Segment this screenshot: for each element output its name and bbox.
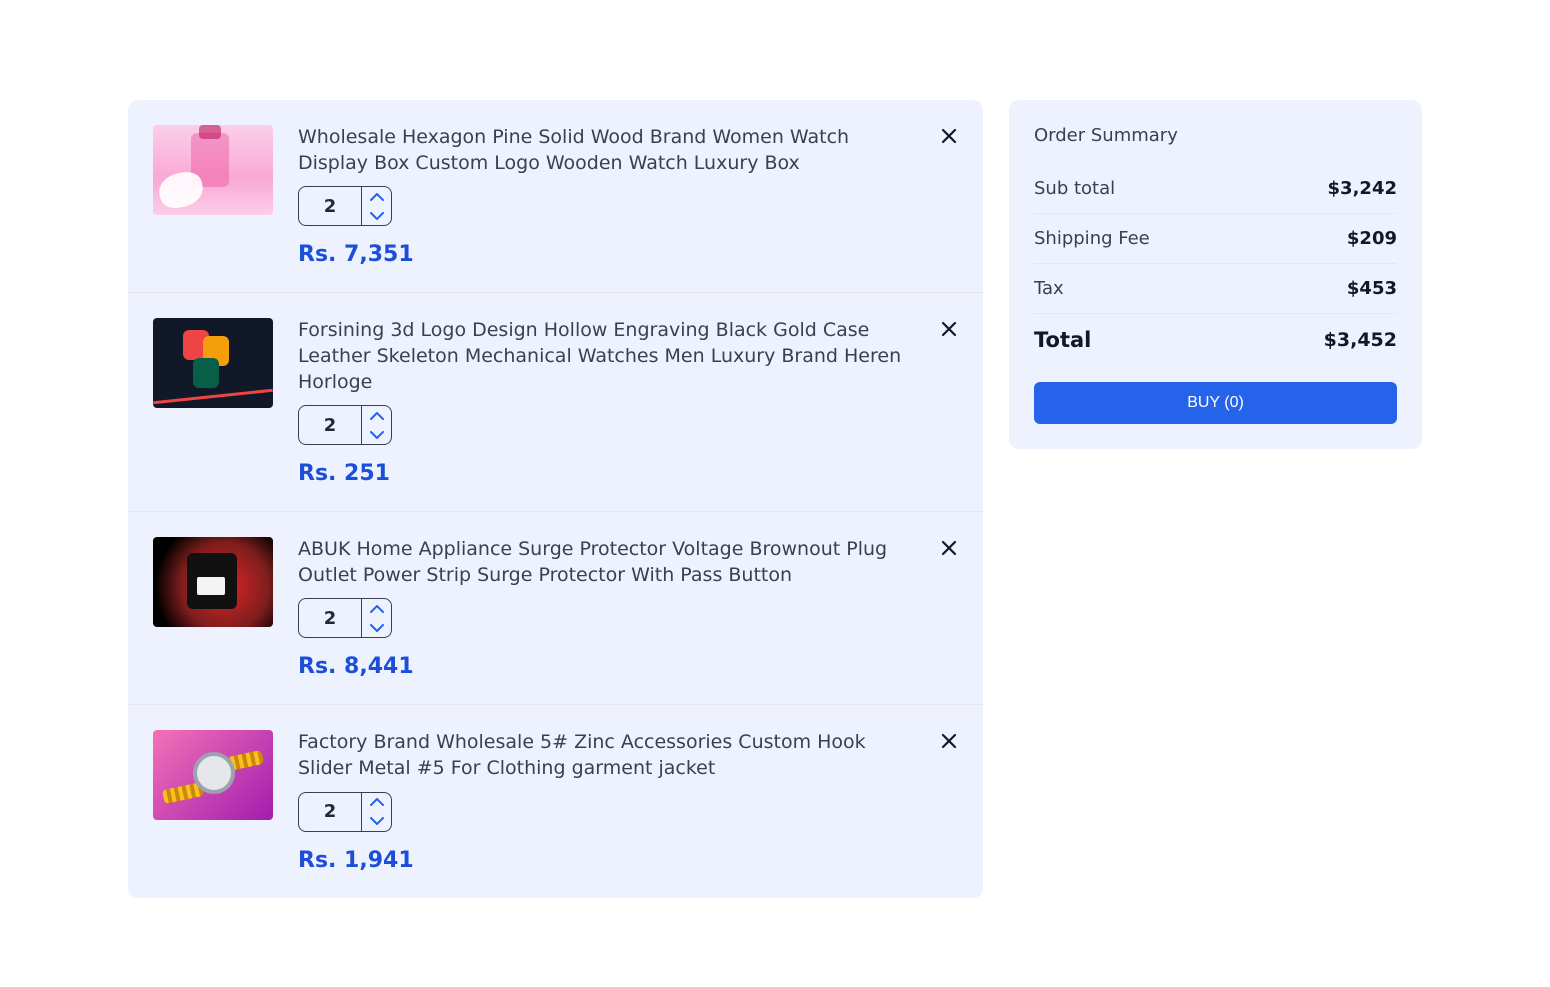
quantity-value: 2 [299, 599, 361, 637]
close-icon [940, 320, 958, 338]
product-price: Rs. 8,441 [298, 654, 915, 679]
summary-label: Shipping Fee [1034, 228, 1150, 249]
chevron-down-icon [370, 212, 384, 220]
quantity-up-button[interactable] [362, 793, 391, 812]
order-summary-title: Order Summary [1034, 125, 1397, 146]
buy-button[interactable]: BUY (0) [1034, 382, 1397, 424]
summary-value: $209 [1347, 228, 1397, 249]
summary-row-shipping: Shipping Fee $209 [1034, 214, 1397, 264]
product-name: Wholesale Hexagon Pine Solid Wood Brand … [298, 125, 915, 176]
quantity-stepper: 2 [298, 405, 392, 445]
product-thumbnail [153, 537, 273, 627]
quantity-stepper: 2 [298, 598, 392, 638]
chevron-down-icon [370, 624, 384, 632]
summary-label: Total [1034, 328, 1091, 352]
cart-item: Factory Brand Wholesale 5# Zinc Accessor… [128, 705, 983, 897]
close-icon [940, 732, 958, 750]
product-name: Forsining 3d Logo Design Hollow Engravin… [298, 318, 915, 395]
quantity-value: 2 [299, 406, 361, 444]
chevron-down-icon [370, 431, 384, 439]
close-icon [940, 127, 958, 145]
summary-row-subtotal: Sub total $3,242 [1034, 164, 1397, 214]
cart-item: ABUK Home Appliance Surge Protector Volt… [128, 512, 983, 705]
chevron-up-icon [370, 193, 384, 201]
quantity-value: 2 [299, 187, 361, 225]
remove-item-button[interactable] [940, 732, 958, 753]
cart-item: Forsining 3d Logo Design Hollow Engravin… [128, 293, 983, 512]
remove-item-button[interactable] [940, 127, 958, 148]
product-thumbnail [153, 318, 273, 408]
summary-value: $453 [1347, 278, 1397, 299]
quantity-up-button[interactable] [362, 187, 391, 206]
product-thumbnail [153, 730, 273, 820]
remove-item-button[interactable] [940, 539, 958, 560]
quantity-down-button[interactable] [362, 812, 391, 831]
quantity-stepper: 2 [298, 792, 392, 832]
cart-list: Wholesale Hexagon Pine Solid Wood Brand … [128, 100, 983, 898]
product-price: Rs. 1,941 [298, 848, 915, 873]
summary-value: $3,452 [1324, 329, 1397, 351]
product-name: ABUK Home Appliance Surge Protector Volt… [298, 537, 915, 588]
quantity-value: 2 [299, 793, 361, 831]
quantity-down-button[interactable] [362, 425, 391, 444]
chevron-up-icon [370, 798, 384, 806]
close-icon [940, 539, 958, 557]
order-summary: Order Summary Sub total $3,242 Shipping … [1009, 100, 1422, 449]
product-price: Rs. 7,351 [298, 242, 915, 267]
product-price: Rs. 251 [298, 461, 915, 486]
quantity-stepper: 2 [298, 186, 392, 226]
quantity-up-button[interactable] [362, 406, 391, 425]
chevron-up-icon [370, 605, 384, 613]
summary-label: Tax [1034, 278, 1064, 299]
remove-item-button[interactable] [940, 320, 958, 341]
product-name: Factory Brand Wholesale 5# Zinc Accessor… [298, 730, 915, 781]
cart-item: Wholesale Hexagon Pine Solid Wood Brand … [128, 100, 983, 293]
product-thumbnail [153, 125, 273, 215]
chevron-down-icon [370, 817, 384, 825]
summary-label: Sub total [1034, 178, 1115, 199]
quantity-down-button[interactable] [362, 206, 391, 225]
summary-row-tax: Tax $453 [1034, 264, 1397, 314]
quantity-down-button[interactable] [362, 618, 391, 637]
chevron-up-icon [370, 412, 384, 420]
quantity-up-button[interactable] [362, 599, 391, 618]
summary-row-total: Total $3,452 [1034, 314, 1397, 382]
summary-value: $3,242 [1328, 178, 1397, 199]
